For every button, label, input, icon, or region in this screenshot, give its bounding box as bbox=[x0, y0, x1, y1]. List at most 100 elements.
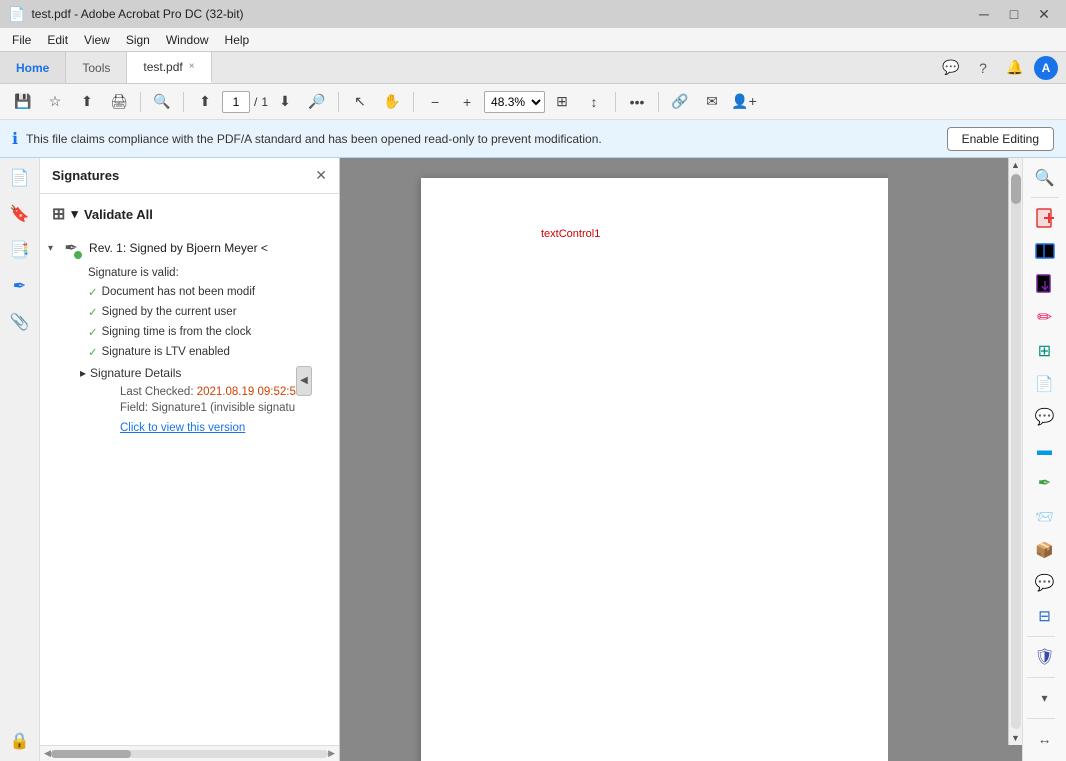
signature-name: Rev. 1: Signed by Bjoern Meyer < bbox=[89, 241, 268, 255]
window-controls: ─ □ ✕ bbox=[970, 4, 1058, 24]
sig-detail-0: ✓ Document has not been modif bbox=[80, 282, 339, 302]
page-view-button[interactable]: ⊞ bbox=[547, 88, 577, 116]
right-expand-button[interactable]: ↔ bbox=[1027, 721, 1063, 757]
scroll-right-arrow[interactable]: ▶ bbox=[328, 748, 335, 759]
left-attach-button[interactable]: 📎 bbox=[4, 306, 36, 338]
chat-tab-button[interactable]: 💬 bbox=[938, 55, 964, 81]
bookmark-button[interactable]: ☆ bbox=[40, 88, 70, 116]
info-icon: ℹ bbox=[12, 129, 18, 149]
next-page-button[interactable]: ⬇ bbox=[270, 88, 300, 116]
menu-file[interactable]: File bbox=[4, 31, 39, 49]
notifications-button[interactable]: 🔔 bbox=[1002, 55, 1028, 81]
find-button[interactable]: 🔎 bbox=[302, 88, 332, 116]
tab-tools[interactable]: Tools bbox=[66, 52, 127, 83]
right-comment-button[interactable]: 💬 bbox=[1027, 401, 1063, 432]
right-chat-button[interactable]: 💬 bbox=[1027, 568, 1063, 599]
sig-detail-1: ✓ Signed by the current user bbox=[80, 302, 339, 322]
right-redact-button[interactable]: ▬ bbox=[1027, 435, 1063, 466]
validate-all-chevron: ▾ bbox=[71, 206, 78, 222]
right-shield-button[interactable]: 🛡 bbox=[1027, 639, 1063, 675]
zoom-minus-button[interactable]: − bbox=[420, 88, 450, 116]
right-organize-button[interactable]: ⊞ bbox=[1027, 335, 1063, 366]
toolbar-sep-1 bbox=[140, 92, 141, 112]
scroll-left-arrow[interactable]: ◀ bbox=[44, 748, 51, 759]
sig-valid-status: Signature is valid: bbox=[80, 264, 339, 282]
window-title: test.pdf - Adobe Acrobat Pro DC (32-bit) bbox=[31, 7, 970, 21]
toolbar-sep-4 bbox=[413, 92, 414, 112]
right-fill-sign-button[interactable]: ✒ bbox=[1027, 468, 1063, 499]
toolbar-sep-3 bbox=[338, 92, 339, 112]
right-send-sign-button[interactable]: 📨 bbox=[1027, 501, 1063, 532]
close-button[interactable]: ✕ bbox=[1030, 4, 1058, 24]
enable-editing-button[interactable]: Enable Editing bbox=[947, 127, 1054, 151]
left-layers-button[interactable]: 📑 bbox=[4, 234, 36, 266]
right-zoom-button[interactable]: 🔍 bbox=[1027, 162, 1063, 193]
tab-close-button[interactable]: × bbox=[189, 61, 195, 72]
scroll-button[interactable]: ↕ bbox=[579, 88, 609, 116]
left-create-button[interactable]: 📄 bbox=[4, 162, 36, 194]
pdf-page: textControl1 bbox=[421, 178, 941, 761]
user-avatar[interactable]: A bbox=[1034, 56, 1058, 80]
right-export-button[interactable] bbox=[1027, 269, 1063, 300]
share-button[interactable]: 👤+ bbox=[729, 88, 759, 116]
zoom-out-tool-button[interactable]: 🔍 bbox=[147, 88, 177, 116]
panel-body: ⊞ ▾ Validate All ▾ ✒ Rev. 1: Signed by B… bbox=[40, 194, 339, 745]
left-signature-button[interactable]: ✒ bbox=[4, 270, 36, 302]
link-button[interactable]: 🔗 bbox=[665, 88, 695, 116]
zoom-select[interactable]: 48.3% 25% 50% 75% 100% bbox=[484, 91, 545, 113]
menu-window[interactable]: Window bbox=[158, 31, 217, 49]
email-button[interactable]: ✉ bbox=[697, 88, 727, 116]
right-edit-button[interactable]: ✏ bbox=[1027, 302, 1063, 333]
right-combine-button[interactable] bbox=[1027, 235, 1063, 266]
tab-bar-actions: 💬 ? 🔔 A bbox=[938, 52, 1066, 83]
scroll-up-arrow[interactable]: ▲ bbox=[1009, 158, 1023, 172]
hand-tool-button[interactable]: ✋ bbox=[377, 88, 407, 116]
sig-section-chevron: ▸ bbox=[80, 366, 86, 380]
pdf-scrollbar-vertical: ▲ ▼ bbox=[1008, 158, 1022, 745]
right-panel: 🔍 ✏ ⊞ bbox=[1022, 158, 1066, 761]
panel-scrollbar: ◀ ▶ bbox=[40, 745, 339, 761]
menu-view[interactable]: View bbox=[76, 31, 118, 49]
minimize-button[interactable]: ─ bbox=[970, 4, 998, 24]
help-tab-button[interactable]: ? bbox=[970, 55, 996, 81]
prev-page-button[interactable]: ⬆ bbox=[190, 88, 220, 116]
signature-header[interactable]: ▾ ✒ Rev. 1: Signed by Bjoern Meyer < bbox=[40, 232, 339, 264]
validate-all-icon: ⊞ bbox=[52, 204, 65, 224]
page-number-input[interactable]: 1 bbox=[222, 91, 250, 113]
right-sep-4 bbox=[1027, 718, 1055, 719]
tab-home[interactable]: Home bbox=[0, 52, 66, 83]
maximize-button[interactable]: □ bbox=[1000, 4, 1028, 24]
right-down-arrow-button[interactable]: ▾ bbox=[1027, 680, 1063, 716]
sig-link: Click to view this version bbox=[72, 416, 339, 438]
scroll-track-v[interactable] bbox=[1011, 174, 1021, 729]
right-table-button[interactable]: ⊟ bbox=[1027, 601, 1063, 632]
zoom-plus-button[interactable]: + bbox=[452, 88, 482, 116]
right-add-pdf-button[interactable] bbox=[1027, 202, 1063, 233]
menu-edit[interactable]: Edit bbox=[39, 31, 76, 49]
select-tool-button[interactable]: ↖ bbox=[345, 88, 375, 116]
page-total: 1 bbox=[261, 95, 268, 109]
right-publish-button[interactable]: 📦 bbox=[1027, 534, 1063, 565]
print-button[interactable]: 🖨 bbox=[104, 88, 134, 116]
scroll-thumb-v bbox=[1011, 174, 1021, 204]
more-tools-button[interactable]: ••• bbox=[622, 88, 652, 116]
view-version-link[interactable]: Click to view this version bbox=[120, 422, 245, 434]
scroll-down-arrow[interactable]: ▼ bbox=[1009, 731, 1023, 745]
left-bookmark-button[interactable]: 🔖 bbox=[4, 198, 36, 230]
pdf-right-margin bbox=[888, 158, 1008, 761]
menu-sign[interactable]: Sign bbox=[118, 31, 158, 49]
check-icon-2: ✓ bbox=[88, 325, 98, 339]
left-protected-button[interactable]: 🔒 bbox=[4, 725, 36, 757]
panel-close-button[interactable]: ✕ bbox=[315, 167, 327, 184]
panel-collapse-arrow[interactable]: ◀ bbox=[296, 366, 312, 396]
tab-file[interactable]: test.pdf × bbox=[127, 52, 211, 83]
validate-all-button[interactable]: ⊞ ▾ Validate All bbox=[40, 198, 339, 230]
save-button[interactable]: 💾 bbox=[8, 88, 38, 116]
right-scan-button[interactable]: 📄 bbox=[1027, 368, 1063, 399]
upload-button[interactable]: ⬆ bbox=[72, 88, 102, 116]
scroll-track[interactable] bbox=[51, 750, 328, 758]
right-sep-3 bbox=[1027, 677, 1055, 678]
sig-detail-3: ✓ Signature is LTV enabled bbox=[80, 342, 339, 362]
check-icon-0: ✓ bbox=[88, 285, 98, 299]
menu-help[interactable]: Help bbox=[217, 31, 258, 49]
